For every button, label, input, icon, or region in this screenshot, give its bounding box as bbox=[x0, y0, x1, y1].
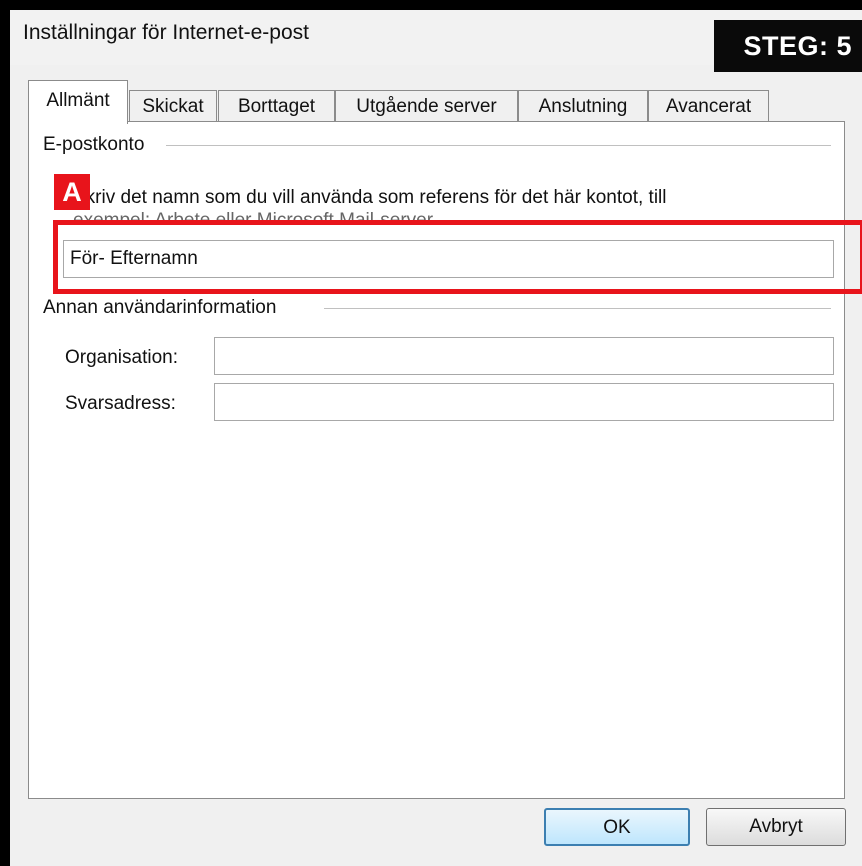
annotation-badge: A bbox=[54, 174, 90, 210]
ok-button[interactable]: OK bbox=[544, 808, 690, 846]
account-description: Skriv det namn som du vill använda som r… bbox=[73, 187, 667, 208]
tab-panel-allmant: E-postkonto Skriv det namn som du vill a… bbox=[28, 121, 862, 799]
organisation-label: Organisation: bbox=[65, 347, 179, 368]
dialog-window: Inställningar för Internet-e-post STEG: … bbox=[10, 10, 862, 866]
step-label: STEG: 5 bbox=[714, 20, 862, 72]
group-divider bbox=[324, 308, 831, 309]
tab-utgaende-server[interactable]: Utgående server bbox=[335, 90, 518, 122]
annotation-highlight-box bbox=[53, 220, 862, 294]
group-title-e-postkonto: E-postkonto bbox=[43, 134, 151, 156]
screenshot-frame: Inställningar för Internet-e-post STEG: … bbox=[0, 0, 862, 866]
organisation-input[interactable] bbox=[214, 337, 834, 375]
tab-anslutning[interactable]: Anslutning bbox=[518, 90, 648, 122]
group-title-user-info: Annan användarinformation bbox=[43, 297, 283, 319]
dialog-title: Inställningar för Internet-e-post bbox=[23, 21, 309, 44]
reply-address-input[interactable] bbox=[214, 383, 834, 421]
tab-allmant[interactable]: Allmänt bbox=[28, 80, 128, 124]
reply-address-label: Svarsadress: bbox=[65, 393, 176, 414]
cancel-button[interactable]: Avbryt bbox=[706, 808, 846, 846]
tab-borttaget[interactable]: Borttaget bbox=[218, 90, 335, 122]
tab-avancerat[interactable]: Avancerat bbox=[648, 90, 769, 122]
tab-skickat[interactable]: Skickat bbox=[129, 90, 217, 122]
group-divider bbox=[166, 145, 831, 146]
